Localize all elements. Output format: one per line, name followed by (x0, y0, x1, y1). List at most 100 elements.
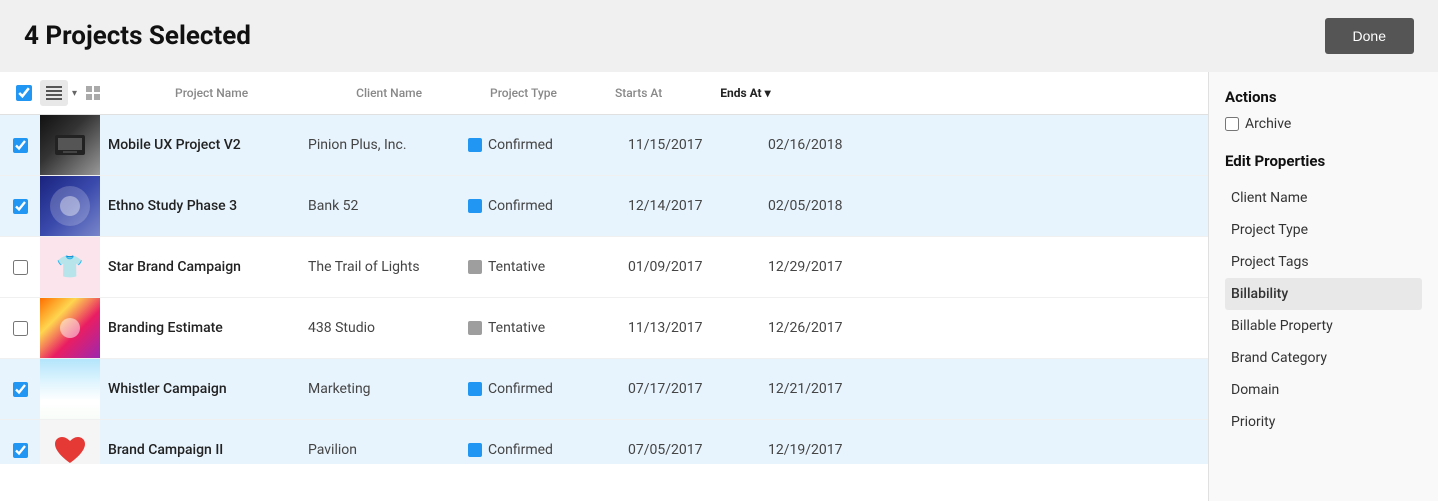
prop-brand-category[interactable]: Brand Category (1225, 342, 1422, 374)
row-5-client: Marketing (300, 373, 460, 405)
row-2-client: Bank 52 (300, 190, 460, 222)
row-4-type: Tentative (460, 312, 620, 344)
row-4-checkbox[interactable] (13, 321, 28, 336)
row-2-checkbox-cell (0, 195, 40, 218)
row-6-name: Brand Campaign II (100, 434, 300, 464)
row-3-thumbnail: 👕 (40, 237, 100, 297)
prop-billability[interactable]: Billability (1225, 278, 1422, 310)
row-6-type-label: Confirmed (488, 442, 553, 458)
row-6-client: Pavilion (300, 434, 460, 464)
view-dropdown-arrow[interactable]: ▾ (72, 88, 77, 99)
actions-title: Actions (1225, 88, 1422, 106)
row-1-thumbnail (40, 115, 100, 175)
prop-project-type[interactable]: Project Type (1225, 214, 1422, 246)
select-all-checkbox[interactable] (16, 85, 32, 101)
row-3-type: Tentative (460, 251, 620, 283)
row-6-type: Confirmed (460, 434, 620, 464)
project-name-col-header: Project Name (175, 86, 248, 100)
row-6-thumbnail (40, 420, 100, 464)
row-5-checkbox[interactable] (13, 382, 28, 397)
archive-row: Archive (1225, 116, 1422, 132)
row-6-checkbox[interactable] (13, 443, 28, 458)
tentative-dot (468, 260, 482, 274)
prop-priority[interactable]: Priority (1225, 406, 1422, 438)
row-3-type-label: Tentative (488, 259, 545, 275)
row-1-ends: 02/16/2018 (760, 129, 920, 161)
project-type-col-header: Project Type (490, 86, 557, 100)
row-5-name: Whistler Campaign (100, 373, 300, 405)
done-button[interactable]: Done (1325, 18, 1414, 54)
starts-at-col-header: Starts At (615, 86, 662, 100)
row-3-ends: 12/29/2017 (760, 251, 920, 283)
row-2-type: Confirmed (460, 190, 620, 222)
row-1-name: Mobile UX Project V2 (100, 129, 300, 161)
ends-at-col-header[interactable]: Ends At ▾ (720, 86, 770, 100)
row-6-ends: 12/19/2017 (760, 434, 920, 464)
list-view-button[interactable] (40, 80, 68, 106)
confirmed-dot (468, 443, 482, 457)
heart-icon (52, 435, 88, 464)
row-5-checkbox-cell (0, 378, 40, 401)
table-row: Mobile UX Project V2 Pinion Plus, Inc. C… (0, 115, 1208, 176)
row-3-starts: 01/09/2017 (620, 251, 760, 283)
row-3-checkbox-cell (0, 256, 40, 279)
row-2-type-label: Confirmed (488, 198, 553, 214)
row-5-starts: 07/17/2017 (620, 373, 760, 405)
row-2-name: Ethno Study Phase 3 (100, 190, 300, 222)
row-1-starts: 11/15/2017 (620, 129, 760, 161)
table-row: 👕 Star Brand Campaign The Trail of Light… (0, 237, 1208, 298)
prop-domain[interactable]: Domain (1225, 374, 1422, 406)
confirmed-dot (468, 138, 482, 152)
row-2-checkbox[interactable] (13, 199, 28, 214)
table-row: Ethno Study Phase 3 Bank 52 Confirmed 12… (0, 176, 1208, 237)
row-4-starts: 11/13/2017 (620, 312, 760, 344)
list-view-icon (46, 86, 62, 100)
main-layout: ▾ Project Name Client Name Project Type … (0, 72, 1438, 501)
row-1-checkbox-cell (0, 134, 40, 157)
row-5-ends: 12/21/2017 (760, 373, 920, 405)
row-4-ends: 12/26/2017 (760, 312, 920, 344)
row-3-client: The Trail of Lights (300, 251, 460, 283)
row-4-checkbox-cell (0, 317, 40, 340)
grid-view-icon (86, 86, 100, 100)
row-4-thumbnail (40, 298, 100, 358)
right-panel: Actions Archive Edit Properties Client N… (1208, 72, 1438, 501)
confirmed-dot (468, 382, 482, 396)
table-row: Brand Campaign II Pavilion Confirmed 07/… (0, 420, 1208, 464)
tentative-dot (468, 321, 482, 335)
archive-checkbox[interactable] (1225, 117, 1239, 131)
edit-properties-title: Edit Properties (1225, 152, 1422, 170)
row-2-thumbnail (40, 176, 100, 236)
row-1-client: Pinion Plus, Inc. (300, 129, 460, 161)
row-1-type: Confirmed (460, 129, 620, 161)
row-1-checkbox[interactable] (13, 138, 28, 153)
client-name-col-header: Client Name (356, 86, 422, 100)
row-4-type-label: Tentative (488, 320, 545, 336)
row-5-type-label: Confirmed (488, 381, 553, 397)
view-toggle: ▾ (40, 80, 107, 106)
table-area: ▾ Project Name Client Name Project Type … (0, 72, 1208, 501)
top-bar: 4 Projects Selected Done (0, 0, 1438, 72)
row-3-name: Star Brand Campaign (100, 251, 300, 283)
archive-label: Archive (1245, 116, 1291, 132)
row-3-checkbox[interactable] (13, 260, 28, 275)
row-5-type: Confirmed (460, 373, 620, 405)
prop-billable-property[interactable]: Billable Property (1225, 310, 1422, 342)
row-6-starts: 07/05/2017 (620, 434, 760, 464)
thumbnail-icon (55, 135, 85, 155)
row-5-thumbnail (40, 359, 100, 419)
prop-project-tags[interactable]: Project Tags (1225, 246, 1422, 278)
table-row: Whistler Campaign Marketing Confirmed 07… (0, 359, 1208, 420)
row-2-ends: 02/05/2018 (760, 190, 920, 222)
row-1-type-label: Confirmed (488, 137, 553, 153)
project-rows-container: Mobile UX Project V2 Pinion Plus, Inc. C… (0, 115, 1208, 464)
row-2-starts: 12/14/2017 (620, 190, 760, 222)
row-6-checkbox-cell (0, 439, 40, 462)
confirmed-dot (468, 199, 482, 213)
toolbar: ▾ Project Name Client Name Project Type … (0, 72, 1208, 115)
page-title: 4 Projects Selected (24, 21, 251, 51)
prop-client-name[interactable]: Client Name (1225, 182, 1422, 214)
grid-view-button[interactable] (79, 80, 107, 106)
table-row: Branding Estimate 438 Studio Tentative 1… (0, 298, 1208, 359)
row-4-name: Branding Estimate (100, 312, 300, 344)
